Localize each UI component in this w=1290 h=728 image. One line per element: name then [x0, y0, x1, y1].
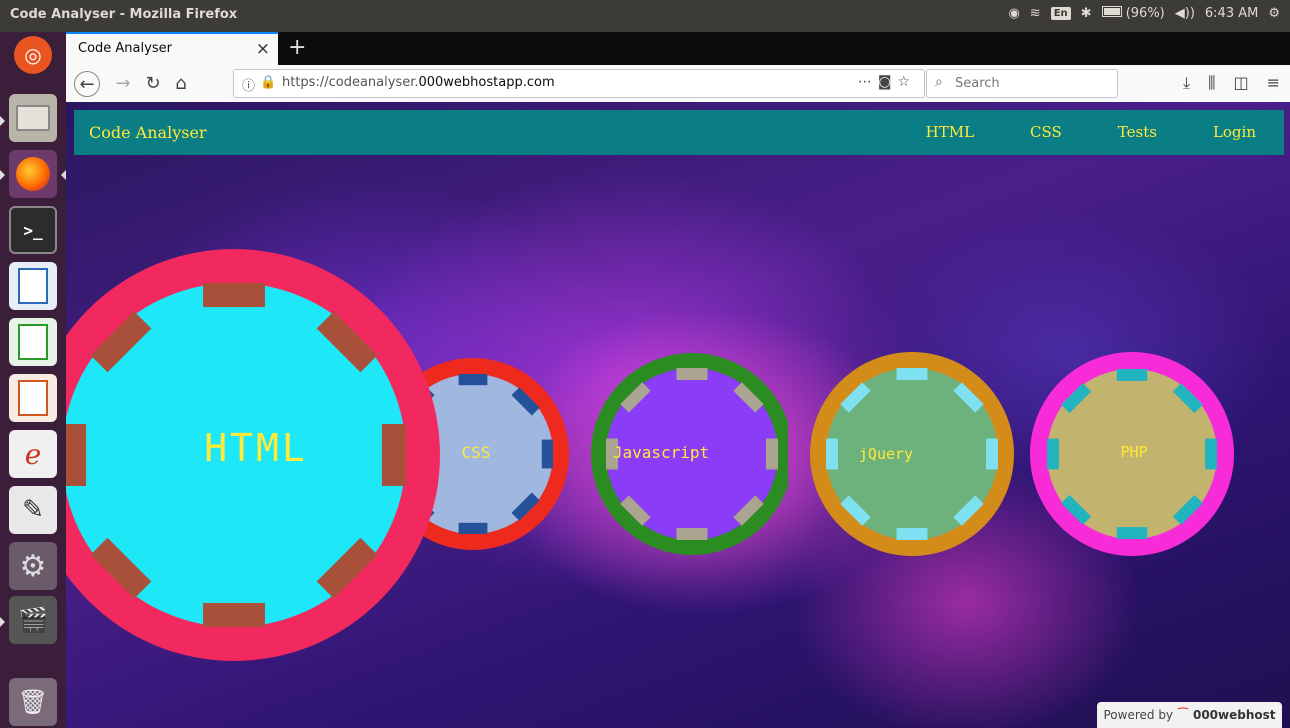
wheel-notch — [765, 438, 778, 470]
sidebar-icon[interactable]: ◫ — [1233, 73, 1248, 93]
launcher-running-indicator — [0, 170, 5, 180]
keyboard-layout-indicator[interactable]: En — [1050, 7, 1071, 20]
browser-nav-bar: ← → ↻ ⌂ ⓘ 🔒 https://codeanalyser.000webh… — [66, 65, 1290, 103]
system-tray: ◉ ≋ En ✱ (96%) ◀)) 6:43 AM ⚙ — [1008, 6, 1280, 21]
wheel-notch — [66, 424, 87, 486]
wifi-icon[interactable]: ≋ — [1030, 6, 1041, 21]
text-editor-icon[interactable]: ✎ — [9, 486, 57, 534]
network-status-icon[interactable]: ◉ — [1008, 6, 1019, 21]
search-bar[interactable]: ⌕ Search — [926, 69, 1118, 98]
launcher-running-indicator — [0, 116, 5, 126]
wheel-notch — [826, 438, 839, 470]
url-bar[interactable]: ⓘ 🔒 https://codeanalyser.000webhostapp.c… — [233, 69, 925, 98]
launcher-running-indicator — [0, 617, 5, 627]
video-editor-icon[interactable]: 🎬 — [9, 596, 57, 644]
nav-link-tests[interactable]: Tests — [1118, 123, 1157, 141]
javascript-wheel-label: Javascript — [612, 443, 710, 462]
firefox-app-icon[interactable] — [9, 150, 57, 198]
document-viewer-icon[interactable]: ℯ — [9, 430, 57, 478]
os-top-bar: Code Analyser - Mozilla Firefox ◉ ≋ En ✱… — [0, 0, 1290, 32]
url-prefix: https://codeanalyser. — [282, 75, 419, 90]
battery-percentage: (96%) — [1125, 6, 1165, 21]
forward-button[interactable]: → — [110, 70, 136, 96]
powered-by-brand: 000webhost — [1192, 708, 1276, 722]
powered-by-badge[interactable]: Powered by ⁀ 000webhost — [1097, 702, 1282, 728]
wheel-notch — [896, 368, 928, 381]
wheel-notch — [1047, 438, 1059, 470]
wheel-notch — [985, 438, 998, 470]
files-app-icon[interactable] — [9, 94, 57, 142]
page-actions: ⋯◙☆ — [858, 74, 916, 90]
bluetooth-icon[interactable]: ✱ — [1081, 6, 1092, 21]
search-placeholder: Search — [955, 76, 1000, 91]
terminal-app-icon[interactable]: >_ — [9, 206, 57, 254]
css-wheel-label: CSS — [461, 443, 491, 462]
library-icon[interactable]: ⫼ — [1208, 73, 1215, 93]
powered-by-text: Powered by — [1103, 708, 1174, 722]
site-navbar: Code Analyser HTML CSS Tests Login — [74, 110, 1284, 155]
unity-launcher: ◎ >_ ℯ ✎ ⚙ 🎬 🗑 — [0, 32, 66, 728]
nav-link-css[interactable]: CSS — [1030, 123, 1062, 141]
url-text[interactable]: https://codeanalyser.000webhostapp.com — [282, 75, 555, 90]
hamburger-menu-icon[interactable]: ≡ — [1267, 73, 1280, 93]
new-tab-button[interactable]: + — [288, 35, 306, 60]
wheel-notch — [1116, 369, 1148, 381]
pocket-icon[interactable]: ◙ — [878, 74, 898, 90]
wheel-notch — [381, 424, 406, 486]
volume-icon[interactable]: ◀)) — [1175, 6, 1195, 21]
wheel-notch — [1205, 438, 1217, 470]
secure-lock-icon[interactable]: 🔒 — [260, 75, 276, 90]
site-brand[interactable]: Code Analyser — [89, 123, 207, 142]
settings-gear-icon[interactable]: ⚙ — [1268, 6, 1280, 21]
ubuntu-dash-icon[interactable]: ◎ — [14, 36, 52, 74]
downloads-icon[interactable]: ⤓ — [1183, 73, 1190, 93]
wheel-notch — [458, 374, 488, 386]
trash-icon[interactable]: 🗑 — [9, 678, 57, 726]
back-button[interactable]: ← — [74, 71, 100, 97]
calc-app-icon[interactable] — [9, 318, 57, 366]
wheel-notch — [203, 602, 265, 627]
web-page: Code Analyser HTML CSS Tests Login HTML … — [66, 102, 1290, 728]
battery-indicator[interactable]: (96%) — [1101, 6, 1165, 21]
battery-icon — [1101, 6, 1122, 17]
wheel-notch — [1116, 527, 1148, 539]
impress-app-icon[interactable] — [9, 374, 57, 422]
bookmark-star-icon[interactable]: ☆ — [897, 74, 916, 90]
url-domain: 000webhostapp.com — [418, 75, 555, 90]
site-info-icon[interactable]: ⓘ — [242, 75, 255, 94]
wheel-notch — [203, 283, 265, 308]
webhost-logo-icon: ⁀ — [1178, 708, 1188, 722]
wheel-notch — [541, 439, 553, 469]
page-actions-menu-icon[interactable]: ⋯ — [858, 74, 878, 90]
wheel-notch — [676, 527, 708, 540]
browser-tab-bar: Code Analyser × + — [66, 32, 1290, 65]
nav-link-login[interactable]: Login — [1213, 123, 1256, 141]
php-wheel-label: PHP — [1120, 443, 1148, 461]
wheel-notch — [458, 522, 488, 534]
toolbar-right: ⤓ ⫼ ◫ ≡ — [1183, 73, 1280, 93]
window-title: Code Analyser - Mozilla Firefox — [10, 7, 238, 22]
wheel-notch — [676, 368, 708, 381]
writer-app-icon[interactable] — [9, 262, 57, 310]
tab-title: Code Analyser — [78, 41, 172, 56]
nav-link-html[interactable]: HTML — [926, 123, 974, 141]
browser-tab-active[interactable]: Code Analyser × — [66, 32, 278, 65]
home-button[interactable]: ⌂ — [168, 70, 194, 96]
wheel-notch — [896, 527, 928, 540]
html-wheel-label: HTML — [204, 426, 308, 470]
site-nav-links: HTML CSS Tests Login — [898, 123, 1284, 141]
system-settings-icon[interactable]: ⚙ — [9, 542, 57, 590]
tab-close-icon[interactable]: × — [256, 39, 270, 59]
search-icon: ⌕ — [935, 74, 943, 90]
jquery-wheel-label: jQuery — [858, 445, 914, 463]
clock[interactable]: 6:43 AM — [1205, 6, 1258, 21]
reload-button[interactable]: ↻ — [140, 70, 166, 96]
